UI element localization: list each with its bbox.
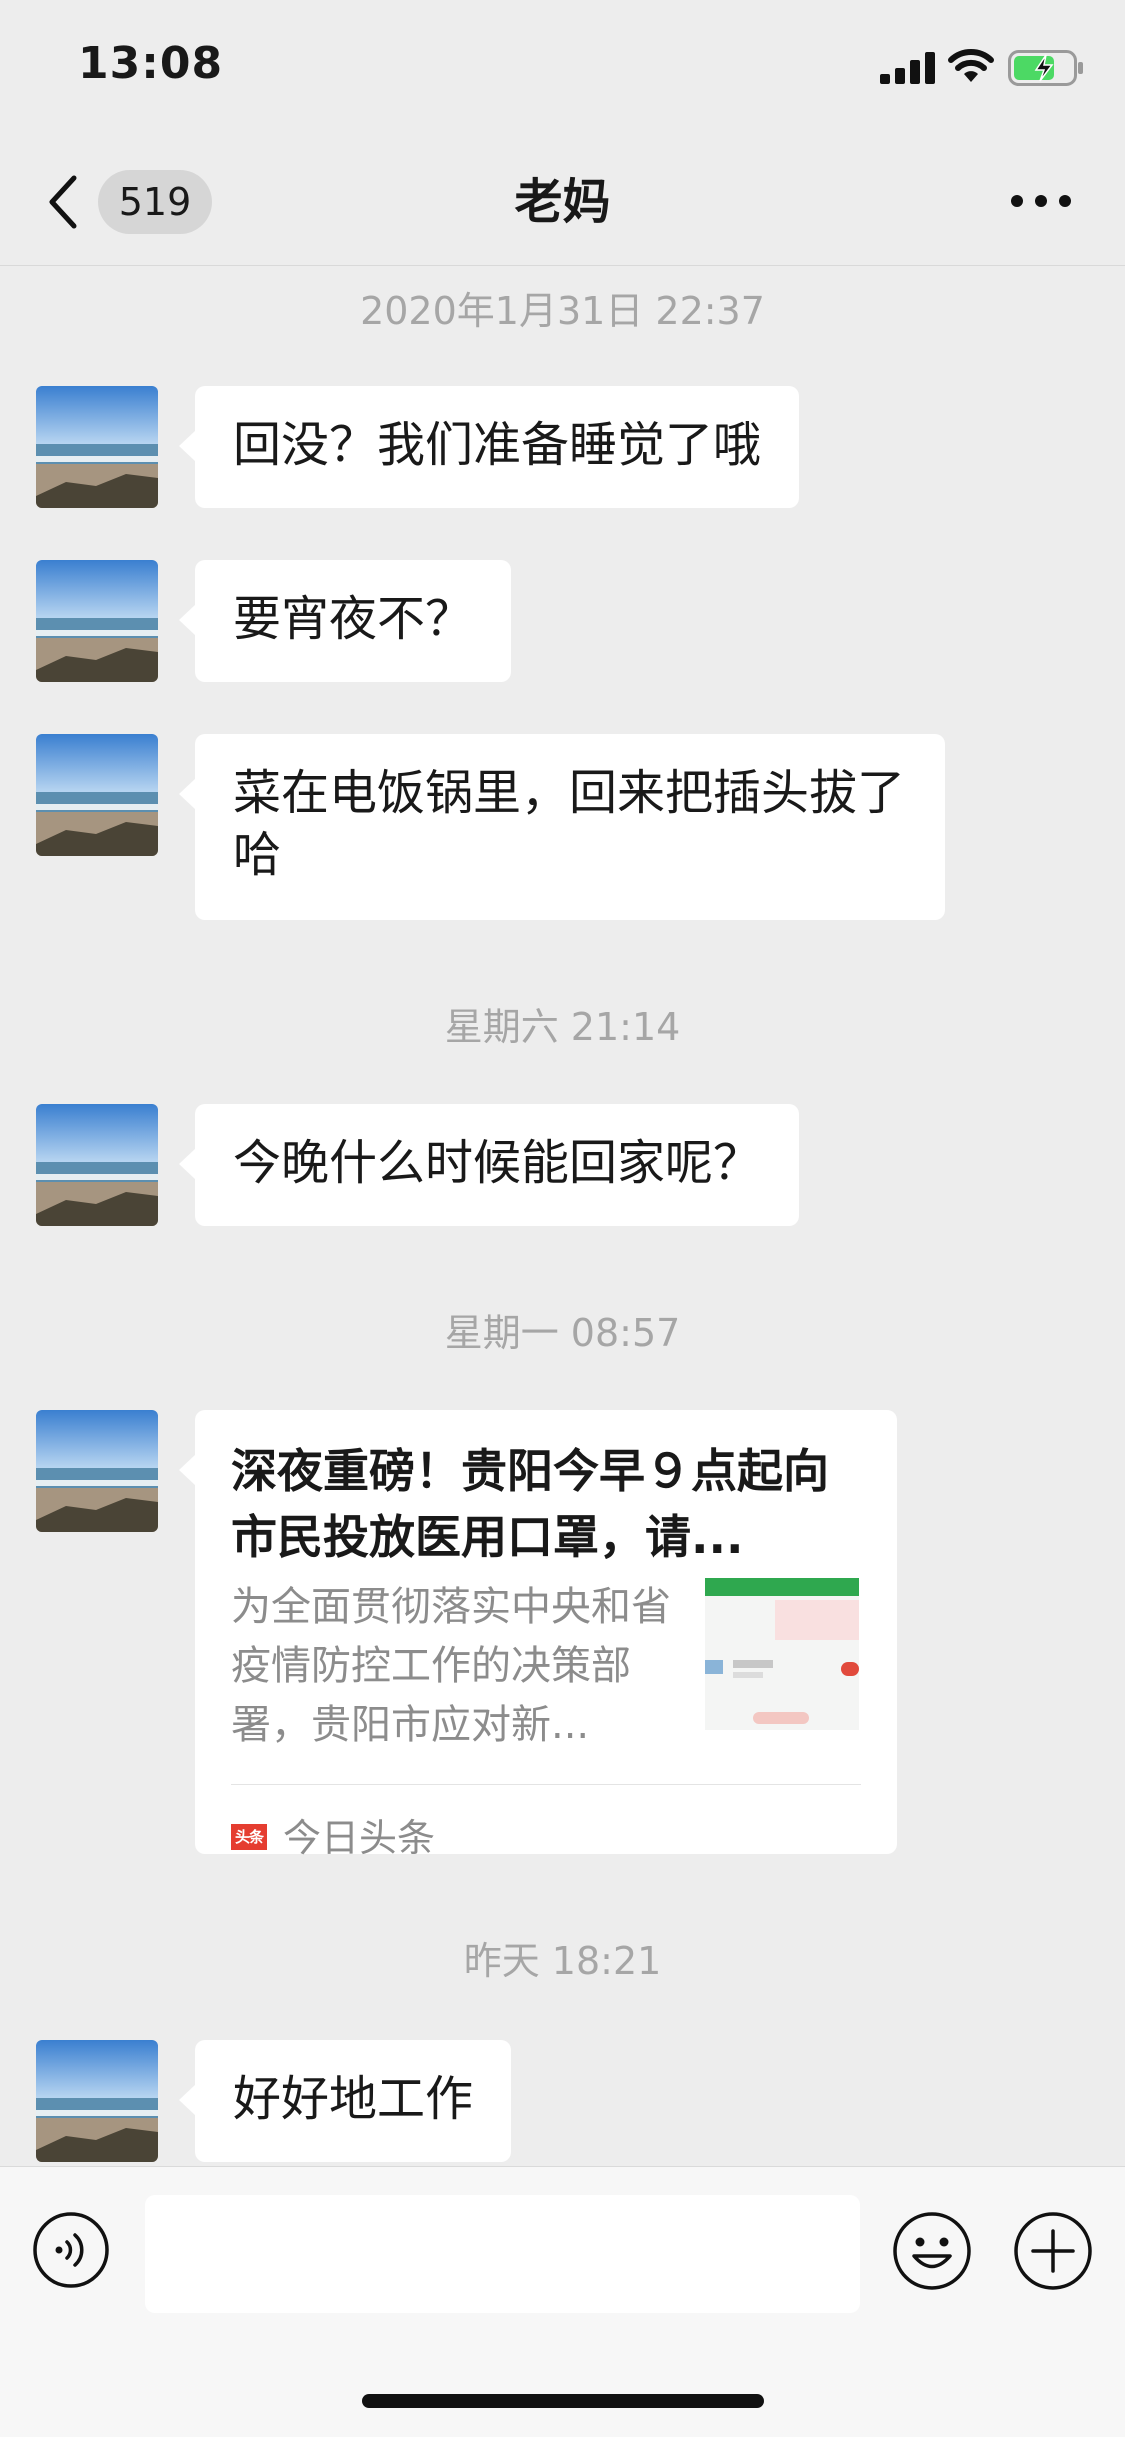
article-description: 为全面贯彻落实中央和省疫情防控工作的决策部署，贵阳市应对新... — [231, 1584, 671, 1748]
article-source-name: 今日头条 — [283, 1816, 436, 1860]
contact-avatar[interactable] — [36, 386, 158, 508]
chat-header: 519 老妈 — [0, 140, 1125, 266]
message-timestamp: 星期六 21:14 — [444, 1005, 681, 1049]
message-bubble[interactable]: 回没？我们准备睡觉了哦 — [178, 386, 800, 508]
toutiao-logo-icon: 头条 — [231, 1824, 267, 1850]
message-bubble[interactable]: 菜在电饭锅里，回来把插头拔了哈 — [179, 734, 945, 920]
contact-avatar[interactable] — [36, 2040, 158, 2162]
battery-icon — [1008, 50, 1083, 86]
signal-icon — [880, 52, 935, 84]
contact-avatar[interactable] — [36, 1410, 158, 1532]
article-title: 深夜重磅！贵阳今早９点起向市民投放医用口罩，请... — [231, 1444, 829, 1564]
message-bubble[interactable]: 今晚什么时候能回家呢？ — [178, 1104, 800, 1226]
message-bubble[interactable]: 要宵夜不？ — [178, 560, 512, 682]
status-bar: 13:08 — [0, 0, 1125, 140]
message-input[interactable] — [145, 2195, 860, 2313]
voice-icon[interactable] — [32, 2211, 110, 2289]
message-timestamp: 2020年1月31日 22:37 — [360, 289, 765, 333]
home-indicator[interactable] — [362, 2394, 764, 2408]
plus-icon[interactable] — [1013, 2211, 1093, 2291]
contact-avatar[interactable] — [36, 734, 158, 856]
article-card[interactable]: 深夜重磅！贵阳今早９点起向市民投放医用口罩，请... 为全面贯彻落实中央和省疫情… — [179, 1410, 897, 1860]
message-list[interactable]: 2020年1月31日 22:37 回没？我们准备睡觉了哦 要宵夜不？ 菜在电饭锅… — [0, 266, 1125, 2166]
message-bubble[interactable]: 好好地工作 — [178, 2040, 512, 2162]
wifi-icon — [948, 49, 994, 82]
article-divider — [231, 1784, 861, 1785]
message-timestamp: 星期一 08:57 — [444, 1311, 681, 1355]
chat-title: 老妈 — [514, 174, 611, 230]
article-thumbnail — [705, 1578, 859, 1730]
message-timestamp: 昨天 18:21 — [463, 1939, 662, 1983]
contact-avatar[interactable] — [36, 560, 158, 682]
more-icon[interactable] — [1010, 194, 1072, 208]
status-time: 13:08 — [78, 38, 224, 89]
contact-avatar[interactable] — [36, 1104, 158, 1226]
emoji-icon[interactable] — [892, 2211, 972, 2291]
